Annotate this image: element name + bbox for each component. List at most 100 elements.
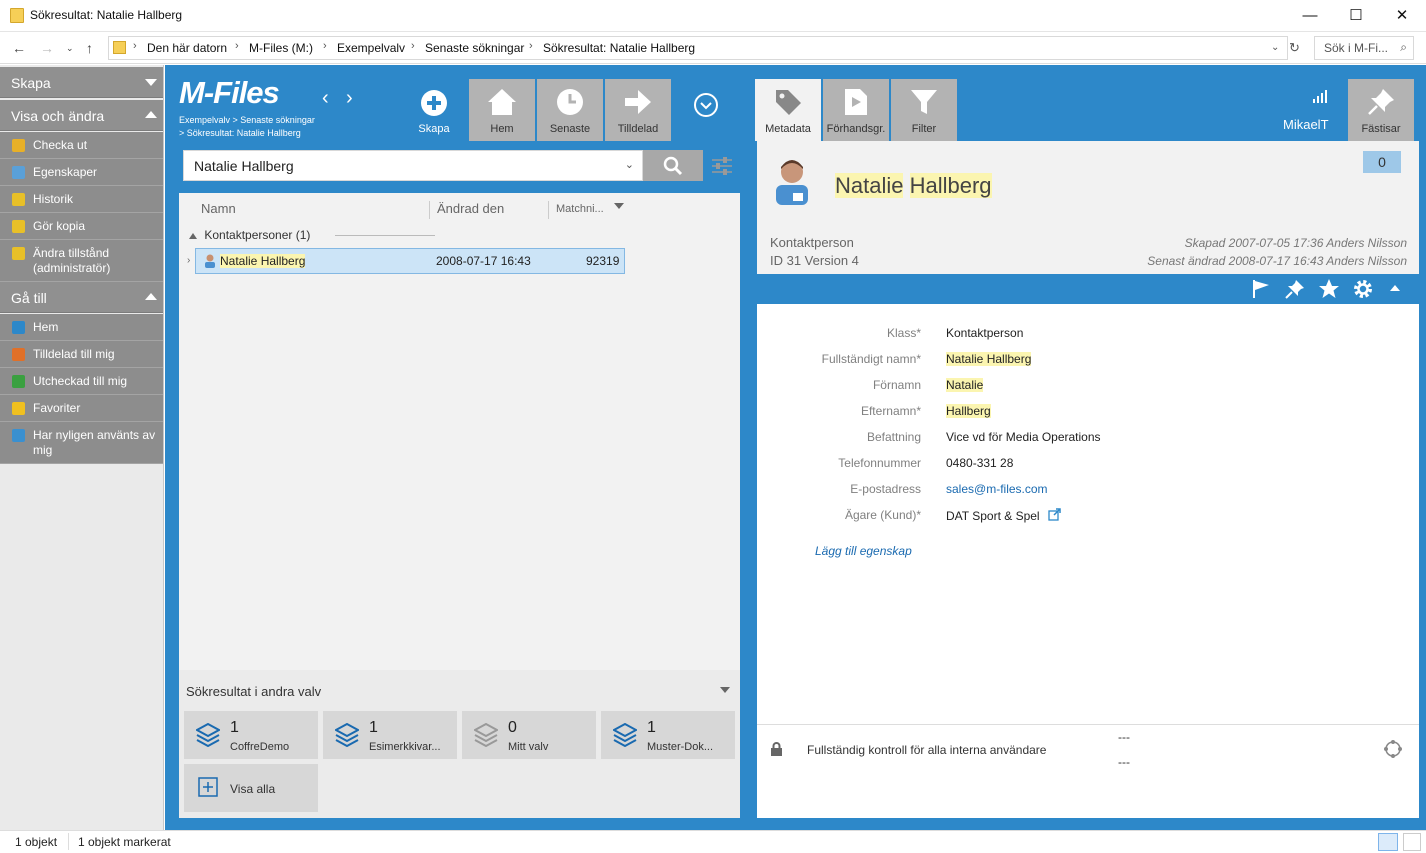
address-field[interactable]: › Den här datorn › M-Files (M:) › Exempe… (108, 36, 1288, 60)
address-segment[interactable]: Exempelvalv (337, 41, 405, 55)
prop-value[interactable]: Natalie Hallberg (946, 352, 1032, 366)
search-placeholder: Sök i M-Fi... (1324, 41, 1389, 55)
history-icon (12, 193, 25, 206)
sidebar-item-recent[interactable]: Har nyligen använts av mig (0, 422, 163, 464)
chevron-down-icon[interactable] (720, 687, 730, 693)
metadata-card: Natalie Hallberg 0 Kontaktperson ID 31 V… (757, 141, 1419, 818)
sidebar-item-checked-out[interactable]: Utcheckad till mig (0, 368, 163, 395)
pin-icon[interactable] (1285, 279, 1305, 299)
back-icon[interactable]: ‹ (322, 87, 329, 110)
sidebar-item-checkout[interactable]: Checka ut (0, 132, 163, 159)
vault-tile[interactable]: 1 CoffreDemo (184, 711, 318, 759)
table-row[interactable]: Natalie Hallberg 2008-07-17 16:43 92319 (195, 248, 625, 274)
state-value[interactable]: --- (1118, 755, 1130, 769)
vault-tile[interactable]: 0 Mitt valv (462, 711, 596, 759)
button-label: Skapa (418, 123, 450, 135)
tiles-view-icon[interactable] (1403, 833, 1421, 851)
pin-pane-button[interactable]: Fästisar (1348, 79, 1414, 141)
maximize-button[interactable]: ☐ (1333, 0, 1379, 31)
search-options-icon[interactable] (711, 156, 733, 176)
chevron-down-icon[interactable]: ⌄ (1271, 42, 1279, 53)
external-link-icon[interactable] (1048, 508, 1061, 521)
comments-badge[interactable]: 0 (1363, 151, 1401, 173)
breadcrumb[interactable]: > Sökresultat: Natalie Hallberg (179, 128, 301, 138)
column-header-modified[interactable]: Ändrad den (437, 201, 504, 216)
workflow-icon (12, 247, 25, 260)
sidebar-item-assigned[interactable]: Tilldelad till mig (0, 341, 163, 368)
close-button[interactable]: ✕ (1379, 0, 1425, 31)
prop-value[interactable]: 0480-331 28 (946, 456, 1013, 470)
create-button[interactable]: Skapa (401, 79, 467, 141)
prop-value-text: Kontaktperson (946, 326, 1024, 340)
checked-out-icon (12, 375, 25, 388)
search-input[interactable]: Natalie Hallberg ⌄ (183, 150, 643, 181)
tab-filter[interactable]: Filter (891, 79, 957, 141)
sidebar-item-properties[interactable]: Egenskaper (0, 159, 163, 186)
create-section-header[interactable]: Skapa (0, 67, 163, 98)
prop-value[interactable]: sales@m-files.com (946, 482, 1048, 496)
email-link[interactable]: sales@m-files.com (946, 482, 1048, 496)
forward-icon[interactable]: › (346, 87, 353, 110)
chevron-down-circle-icon[interactable] (693, 92, 719, 118)
group-header[interactable]: Kontaktpersoner (1) (189, 228, 310, 242)
expand-icon[interactable]: › (187, 255, 190, 266)
recent-button[interactable]: Senaste (537, 79, 603, 141)
prop-value[interactable]: Vice vd för Media Operations (946, 430, 1101, 444)
sidebar-item-home[interactable]: Hem (0, 314, 163, 341)
flag-icon[interactable] (1251, 279, 1271, 299)
forward-button[interactable]: → (40, 40, 54, 56)
prop-value[interactable]: Kontaktperson (946, 326, 1023, 340)
tab-preview[interactable]: Förhandsgr. (823, 79, 889, 141)
sidebar-item-history[interactable]: Historik (0, 186, 163, 213)
details-view-icon[interactable] (1378, 833, 1398, 851)
breadcrumb[interactable]: Exempelvalv > Senaste sökningar (179, 115, 315, 125)
refresh-icon[interactable]: ↻ (1289, 40, 1300, 56)
created-info: Skapad 2007-07-05 17:36 Anders Nilsson (1184, 236, 1407, 250)
home-icon (488, 89, 516, 115)
assigned-button[interactable]: Tilldelad (605, 79, 671, 141)
tab-metadata[interactable]: Metadata (755, 79, 821, 141)
tag-icon (776, 90, 801, 115)
refresh-icon[interactable] (1383, 739, 1403, 759)
plus-square-icon (198, 777, 218, 797)
home-button[interactable]: Hem (469, 79, 535, 141)
sidebar-item-change-state[interactable]: Ändra tillstånd (administratör) (0, 240, 163, 282)
pencil-icon (12, 139, 25, 152)
prop-value[interactable]: Natalie (946, 378, 984, 392)
title-first: Natalie (835, 173, 904, 198)
collapse-icon[interactable] (1390, 285, 1400, 291)
view-edit-section-header[interactable]: Visa och ändra (0, 100, 163, 131)
show-all-button[interactable]: Visa alla (184, 764, 318, 812)
vault-count: 1 (230, 719, 239, 736)
recent-dropdown-icon[interactable]: ⌄ (66, 43, 74, 54)
address-segment[interactable]: M-Files (M:) (249, 41, 313, 55)
minimize-button[interactable]: — (1287, 0, 1333, 31)
add-property-link[interactable]: Lägg till egenskap (815, 544, 912, 558)
sidebar-item-copy[interactable]: Gör kopia (0, 213, 163, 240)
prop-value[interactable]: DAT Sport & Spel (946, 508, 1061, 523)
address-segment[interactable]: Senaste sökningar (425, 41, 524, 55)
gear-icon[interactable] (1352, 278, 1374, 300)
goto-section-header[interactable]: Gå till (0, 282, 163, 313)
search-button[interactable] (643, 150, 703, 181)
address-segment[interactable]: Sökresultat: Natalie Hallberg (543, 41, 695, 55)
sidebar-item-label: Har nyligen använts av mig (33, 428, 156, 457)
prop-value[interactable]: Hallberg (946, 404, 991, 418)
column-header-name[interactable]: Namn (201, 201, 236, 216)
button-label: Tilldelad (617, 123, 659, 135)
address-segment[interactable]: Den här datorn (147, 41, 227, 55)
up-button[interactable]: ↑ (86, 40, 93, 56)
sidebar-item-favorites[interactable]: Favoriter (0, 395, 163, 422)
workflow-value[interactable]: --- (1118, 730, 1130, 744)
vault-tile[interactable]: 1 Muster-Dok... (601, 711, 735, 759)
vault-tile[interactable]: 1 Esimerkkivar... (323, 711, 457, 759)
back-button[interactable]: ← (12, 40, 26, 56)
permissions[interactable]: Fullständig kontroll för alla interna an… (807, 743, 1046, 757)
explorer-search-input[interactable]: Sök i M-Fi... ⌕ (1314, 36, 1414, 60)
column-header-match[interactable]: Matchni... (556, 203, 604, 215)
chevron-down-icon[interactable]: ⌄ (625, 158, 634, 171)
vault-name: Muster-Dok... (647, 741, 714, 753)
star-icon[interactable] (1318, 278, 1340, 300)
plus-circle-icon (421, 90, 447, 116)
username[interactable]: MikaelT (1283, 117, 1329, 132)
